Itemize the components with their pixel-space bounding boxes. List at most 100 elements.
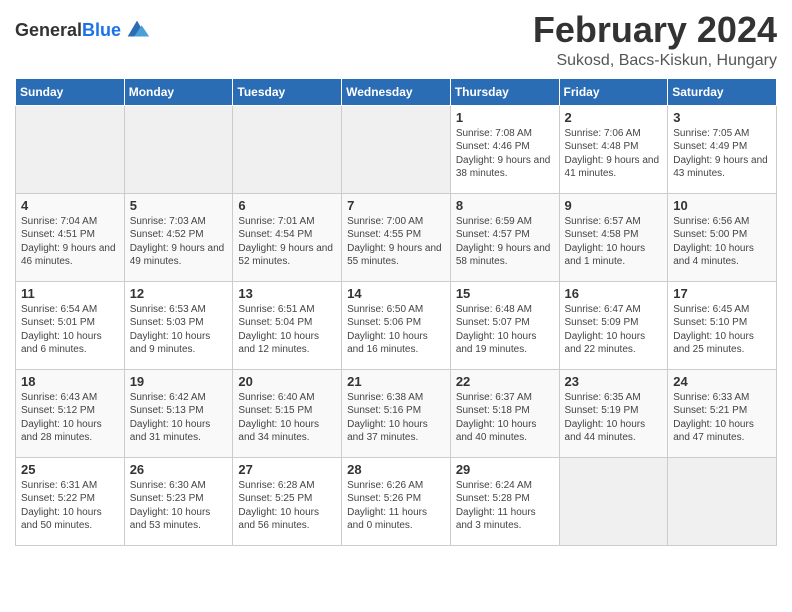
day-cell: 18 Sunrise: 6:43 AM Sunset: 5:12 PM Dayli…: [16, 369, 125, 457]
day-number: 18: [21, 374, 119, 389]
day-cell: 7 Sunrise: 7:00 AM Sunset: 4:55 PM Daylig…: [342, 193, 451, 281]
day-number: 16: [565, 286, 663, 301]
day-info: Sunrise: 6:37 AM Sunset: 5:18 PM Dayligh…: [456, 391, 554, 445]
col-thursday: Thursday: [450, 78, 559, 105]
week-row-4: 25 Sunrise: 6:31 AM Sunset: 5:22 PM Dayli…: [16, 457, 777, 545]
day-number: 24: [673, 374, 771, 389]
day-cell: 24 Sunrise: 6:33 AM Sunset: 5:21 PM Dayli…: [668, 369, 777, 457]
day-info: Sunrise: 7:00 AM Sunset: 4:55 PM Dayligh…: [347, 215, 445, 269]
day-number: 7: [347, 198, 445, 213]
logo: GeneralBlue: [15, 16, 151, 44]
day-cell: 20 Sunrise: 6:40 AM Sunset: 5:15 PM Dayli…: [233, 369, 342, 457]
week-row-1: 4 Sunrise: 7:04 AM Sunset: 4:51 PM Daylig…: [16, 193, 777, 281]
week-row-3: 18 Sunrise: 6:43 AM Sunset: 5:12 PM Dayli…: [16, 369, 777, 457]
day-number: 4: [21, 198, 119, 213]
logo-blue: Blue: [82, 20, 121, 40]
day-cell: 12 Sunrise: 6:53 AM Sunset: 5:03 PM Dayli…: [124, 281, 233, 369]
day-cell: 25 Sunrise: 6:31 AM Sunset: 5:22 PM Dayli…: [16, 457, 125, 545]
day-info: Sunrise: 7:01 AM Sunset: 4:54 PM Dayligh…: [238, 215, 336, 269]
day-number: 17: [673, 286, 771, 301]
day-cell: 21Sunrise: 6:38 AM Sunset: 5:16 PM Dayli…: [342, 369, 451, 457]
day-info: Sunrise: 7:06 AM Sunset: 4:48 PM Dayligh…: [565, 127, 663, 181]
col-sunday: Sunday: [16, 78, 125, 105]
day-number: 14: [347, 286, 445, 301]
day-cell: [668, 457, 777, 545]
day-number: 8: [456, 198, 554, 213]
day-number: 6: [238, 198, 336, 213]
day-cell: [124, 105, 233, 193]
day-cell: 27 Sunrise: 6:28 AM Sunset: 5:25 PM Dayli…: [233, 457, 342, 545]
logo-general: General: [15, 20, 82, 40]
location-title: Sukosd, Bacs-Kiskun, Hungary: [533, 52, 777, 70]
day-number: 1: [456, 110, 554, 125]
day-info: Sunrise: 6:47 AM Sunset: 5:09 PM Dayligh…: [565, 303, 663, 357]
day-info: Sunrise: 6:35 AM Sunset: 5:19 PM Dayligh…: [565, 391, 663, 445]
day-number: 15: [456, 286, 554, 301]
day-number: 12: [130, 286, 228, 301]
day-info: Sunrise: 6:38 AM Sunset: 5:16 PM Dayligh…: [347, 391, 445, 445]
day-number: 29: [456, 462, 554, 477]
day-number: 19: [130, 374, 228, 389]
day-cell: 23Sunrise: 6:35 AM Sunset: 5:19 PM Dayli…: [559, 369, 668, 457]
day-info: Sunrise: 6:40 AM Sunset: 5:15 PM Dayligh…: [238, 391, 336, 445]
day-number: 2: [565, 110, 663, 125]
day-cell: 19Sunrise: 6:42 AM Sunset: 5:13 PM Dayli…: [124, 369, 233, 457]
day-cell: 11 Sunrise: 6:54 AM Sunset: 5:01 PM Dayli…: [16, 281, 125, 369]
day-number: 9: [565, 198, 663, 213]
day-info: Sunrise: 6:54 AM Sunset: 5:01 PM Dayligh…: [21, 303, 119, 357]
day-info: Sunrise: 6:45 AM Sunset: 5:10 PM Dayligh…: [673, 303, 771, 357]
day-number: 27: [238, 462, 336, 477]
day-cell: 28Sunrise: 6:26 AM Sunset: 5:26 PM Dayli…: [342, 457, 451, 545]
day-number: 5: [130, 198, 228, 213]
week-row-2: 11 Sunrise: 6:54 AM Sunset: 5:01 PM Dayli…: [16, 281, 777, 369]
day-info: Sunrise: 6:28 AM Sunset: 5:25 PM Dayligh…: [238, 479, 336, 533]
day-cell: 9 Sunrise: 6:57 AM Sunset: 4:58 PM Daylig…: [559, 193, 668, 281]
title-area: February 2024 Sukosd, Bacs-Kiskun, Hunga…: [533, 10, 777, 70]
day-info: Sunrise: 6:56 AM Sunset: 5:00 PM Dayligh…: [673, 215, 771, 269]
day-info: Sunrise: 6:57 AM Sunset: 4:58 PM Dayligh…: [565, 215, 663, 269]
day-info: Sunrise: 6:53 AM Sunset: 5:03 PM Dayligh…: [130, 303, 228, 357]
day-info: Sunrise: 6:43 AM Sunset: 5:12 PM Dayligh…: [21, 391, 119, 445]
col-saturday: Saturday: [668, 78, 777, 105]
day-cell: [342, 105, 451, 193]
day-info: Sunrise: 6:24 AM Sunset: 5:28 PM Dayligh…: [456, 479, 554, 533]
day-number: 28: [347, 462, 445, 477]
day-info: Sunrise: 7:03 AM Sunset: 4:52 PM Dayligh…: [130, 215, 228, 269]
col-wednesday: Wednesday: [342, 78, 451, 105]
calendar-header: Sunday Monday Tuesday Wednesday Thursday…: [16, 78, 777, 105]
day-cell: 22 Sunrise: 6:37 AM Sunset: 5:18 PM Dayli…: [450, 369, 559, 457]
day-cell: 5 Sunrise: 7:03 AM Sunset: 4:52 PM Daylig…: [124, 193, 233, 281]
day-cell: 17 Sunrise: 6:45 AM Sunset: 5:10 PM Dayli…: [668, 281, 777, 369]
day-cell: 4 Sunrise: 7:04 AM Sunset: 4:51 PM Daylig…: [16, 193, 125, 281]
day-cell: 6 Sunrise: 7:01 AM Sunset: 4:54 PM Daylig…: [233, 193, 342, 281]
day-cell: 16 Sunrise: 6:47 AM Sunset: 5:09 PM Dayli…: [559, 281, 668, 369]
day-cell: [559, 457, 668, 545]
day-info: Sunrise: 6:31 AM Sunset: 5:22 PM Dayligh…: [21, 479, 119, 533]
day-cell: 26 Sunrise: 6:30 AM Sunset: 5:23 PM Dayli…: [124, 457, 233, 545]
day-cell: 8 Sunrise: 6:59 AM Sunset: 4:57 PM Daylig…: [450, 193, 559, 281]
day-number: 10: [673, 198, 771, 213]
day-cell: 2 Sunrise: 7:06 AM Sunset: 4:48 PM Daylig…: [559, 105, 668, 193]
day-info: Sunrise: 6:33 AM Sunset: 5:21 PM Dayligh…: [673, 391, 771, 445]
col-tuesday: Tuesday: [233, 78, 342, 105]
day-number: 25: [21, 462, 119, 477]
month-title: February 2024: [533, 10, 777, 50]
day-number: 13: [238, 286, 336, 301]
calendar-body: 1Sunrise: 7:08 AM Sunset: 4:46 PM Daylig…: [16, 105, 777, 545]
day-cell: 29 Sunrise: 6:24 AM Sunset: 5:28 PM Dayli…: [450, 457, 559, 545]
day-info: Sunrise: 6:50 AM Sunset: 5:06 PM Dayligh…: [347, 303, 445, 357]
day-number: 20: [238, 374, 336, 389]
day-cell: 13 Sunrise: 6:51 AM Sunset: 5:04 PM Dayli…: [233, 281, 342, 369]
day-number: 22: [456, 374, 554, 389]
day-cell: 14 Sunrise: 6:50 AM Sunset: 5:06 PM Dayli…: [342, 281, 451, 369]
day-cell: 10 Sunrise: 6:56 AM Sunset: 5:00 PM Dayli…: [668, 193, 777, 281]
day-info: Sunrise: 6:30 AM Sunset: 5:23 PM Dayligh…: [130, 479, 228, 533]
day-number: 11: [21, 286, 119, 301]
day-info: Sunrise: 6:51 AM Sunset: 5:04 PM Dayligh…: [238, 303, 336, 357]
day-cell: 15Sunrise: 6:48 AM Sunset: 5:07 PM Dayli…: [450, 281, 559, 369]
day-number: 26: [130, 462, 228, 477]
day-info: Sunrise: 6:59 AM Sunset: 4:57 PM Dayligh…: [456, 215, 554, 269]
day-cell: 3Sunrise: 7:05 AM Sunset: 4:49 PM Daylig…: [668, 105, 777, 193]
header-row: Sunday Monday Tuesday Wednesday Thursday…: [16, 78, 777, 105]
day-info: Sunrise: 7:04 AM Sunset: 4:51 PM Dayligh…: [21, 215, 119, 269]
